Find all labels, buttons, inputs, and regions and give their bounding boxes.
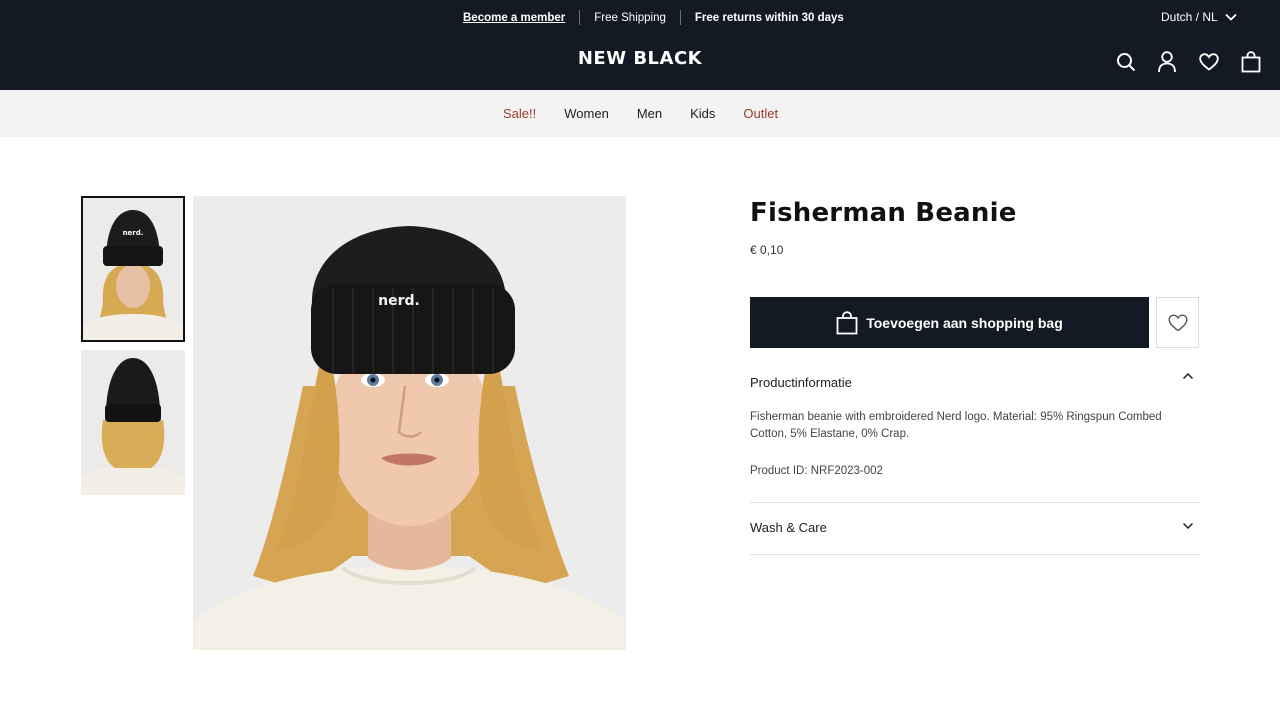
- product-thumbnail-back-image: [81, 350, 185, 495]
- add-to-bag-label: Toevoegen aan shopping bag: [866, 314, 1063, 331]
- nav-item-outlet[interactable]: Outlet: [743, 106, 778, 121]
- product-title: Fisherman Beanie: [750, 198, 1017, 228]
- brand-logo[interactable]: NEW BLACK: [540, 48, 740, 69]
- chevron-down-icon: [1225, 13, 1237, 21]
- main-nav: Sale!! Women Men Kids Outlet: [0, 90, 1280, 137]
- product-info-heading: Productinformatie: [750, 375, 852, 390]
- accordion-divider: [750, 554, 1200, 555]
- product-id: Product ID: NRF2023-002: [750, 465, 883, 477]
- search-button[interactable]: [1114, 50, 1138, 74]
- account-icon: [1158, 51, 1176, 73]
- product-description: Fisherman beanie with embroidered Nerd l…: [750, 411, 1162, 440]
- site-header: Become a member Free Shipping Free retur…: [0, 0, 1280, 90]
- bag-button[interactable]: [1239, 50, 1263, 74]
- heart-icon: [1199, 53, 1219, 71]
- nav-item-women[interactable]: Women: [564, 106, 609, 121]
- product-thumbnail-front-image: nerd.: [83, 198, 183, 340]
- beanie-logo-text: nerd.: [378, 293, 420, 309]
- free-shipping-text: Free Shipping: [594, 11, 666, 24]
- nav-item-sale[interactable]: Sale!!: [503, 106, 536, 121]
- heart-icon: [1167, 313, 1188, 331]
- nav-items: Sale!! Women Men Kids Outlet: [503, 106, 778, 121]
- chevron-up-icon: [1182, 372, 1194, 379]
- chevron-down-icon: [1182, 522, 1194, 529]
- thumbnail-front[interactable]: nerd.: [81, 196, 185, 342]
- thumb-logo-text: nerd.: [123, 229, 144, 237]
- thumbnail-back[interactable]: [81, 350, 185, 495]
- product-photo: nerd.: [193, 196, 626, 650]
- promo-items: Become a member Free Shipping Free retur…: [463, 10, 844, 25]
- wishlist-button[interactable]: [1197, 50, 1221, 74]
- search-icon: [1117, 53, 1136, 72]
- product-main-image[interactable]: nerd.: [193, 196, 626, 650]
- add-to-wishlist-button[interactable]: [1156, 297, 1199, 348]
- account-button[interactable]: [1155, 50, 1179, 74]
- language-selector[interactable]: Dutch / NL: [1161, 10, 1237, 24]
- language-label: Dutch / NL: [1161, 10, 1218, 24]
- promo-divider: [679, 10, 681, 25]
- wash-care-accordion-header[interactable]: Wash & Care: [750, 520, 1200, 535]
- nav-item-kids[interactable]: Kids: [690, 106, 715, 121]
- add-to-bag-button[interactable]: Toevoegen aan shopping bag: [750, 297, 1149, 348]
- promo-bar: Become a member Free Shipping Free retur…: [0, 0, 1280, 34]
- bag-icon: [836, 310, 858, 334]
- become-member-link[interactable]: Become a member: [463, 12, 565, 24]
- wash-care-heading: Wash & Care: [750, 520, 827, 535]
- product-info-accordion-header[interactable]: Productinformatie: [750, 372, 1200, 390]
- promo-divider: [579, 10, 581, 25]
- nav-item-men[interactable]: Men: [637, 106, 662, 121]
- free-returns-text: Free returns within 30 days: [694, 11, 844, 24]
- product-price: € 0,10: [750, 243, 784, 257]
- bag-icon: [1241, 51, 1261, 73]
- accordion-divider: [750, 502, 1200, 503]
